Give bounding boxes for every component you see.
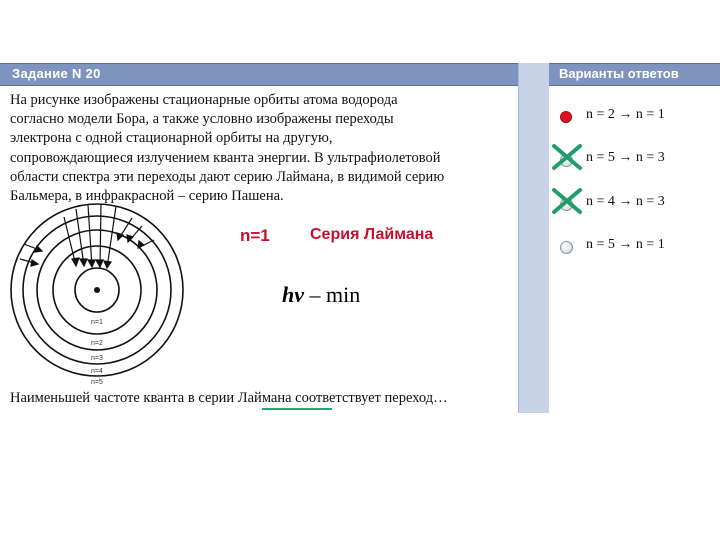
answers-header: Варианты ответов — [549, 63, 720, 86]
highlight-underline — [262, 408, 332, 410]
formula-symbol: hν — [282, 282, 304, 307]
cross-mark-icon — [552, 188, 582, 214]
orbit-label: n=5 — [91, 379, 103, 386]
bohr-orbits-diagram: n=1 n=2 n=3 n=4 n=5 — [10, 203, 184, 386]
cross-mark-icon — [552, 144, 582, 170]
answer-label: n = 4 → n = 3 — [586, 194, 665, 209]
formula-rest: – min — [304, 282, 361, 307]
task-title: Задание N 20 — [12, 66, 101, 81]
task-line: согласно модели Бора, а также условно из… — [10, 111, 394, 128]
orbit-label: n=1 — [91, 319, 103, 326]
radio-selected-icon[interactable] — [560, 111, 572, 123]
transition-arrows — [19, 203, 155, 270]
task-line: сопровождающиеся излучением кванта энерг… — [10, 149, 441, 166]
answer-label: n = 2 → n = 1 — [586, 107, 665, 122]
orbit-label: n=3 — [91, 355, 103, 362]
radio-icon[interactable] — [560, 241, 573, 254]
answer-label: n = 5 → n = 3 — [586, 150, 665, 165]
answer-option-3[interactable]: n = 4 → n = 3 — [552, 188, 710, 216]
nucleus — [94, 287, 100, 293]
level-annotation: n=1 — [240, 226, 270, 245]
task-header: Задание N 20 — [0, 63, 518, 86]
orbit-label: n=2 — [91, 340, 103, 347]
series-annotation: Серия Лаймана — [310, 226, 434, 243]
answer-option-1[interactable]: n = 2 → n = 1 — [560, 107, 710, 129]
answer-label: n = 5 → n = 1 — [586, 237, 665, 252]
scrollbar[interactable] — [518, 63, 549, 413]
answer-option-2[interactable]: n = 5 → n = 3 — [552, 144, 710, 172]
question-text: Наименьшей частоте кванта в серии Лайман… — [10, 390, 448, 406]
answer-option-4[interactable]: n = 5 → n = 1 — [560, 237, 710, 259]
answers-title: Варианты ответов — [559, 66, 679, 81]
formula: hν – min — [282, 282, 360, 308]
task-line: электрона с одной стационарной орбиты на… — [10, 130, 333, 147]
task-line: На рисунке изображены стационарные орбит… — [10, 92, 398, 108]
orbit-label: n=4 — [91, 368, 103, 375]
